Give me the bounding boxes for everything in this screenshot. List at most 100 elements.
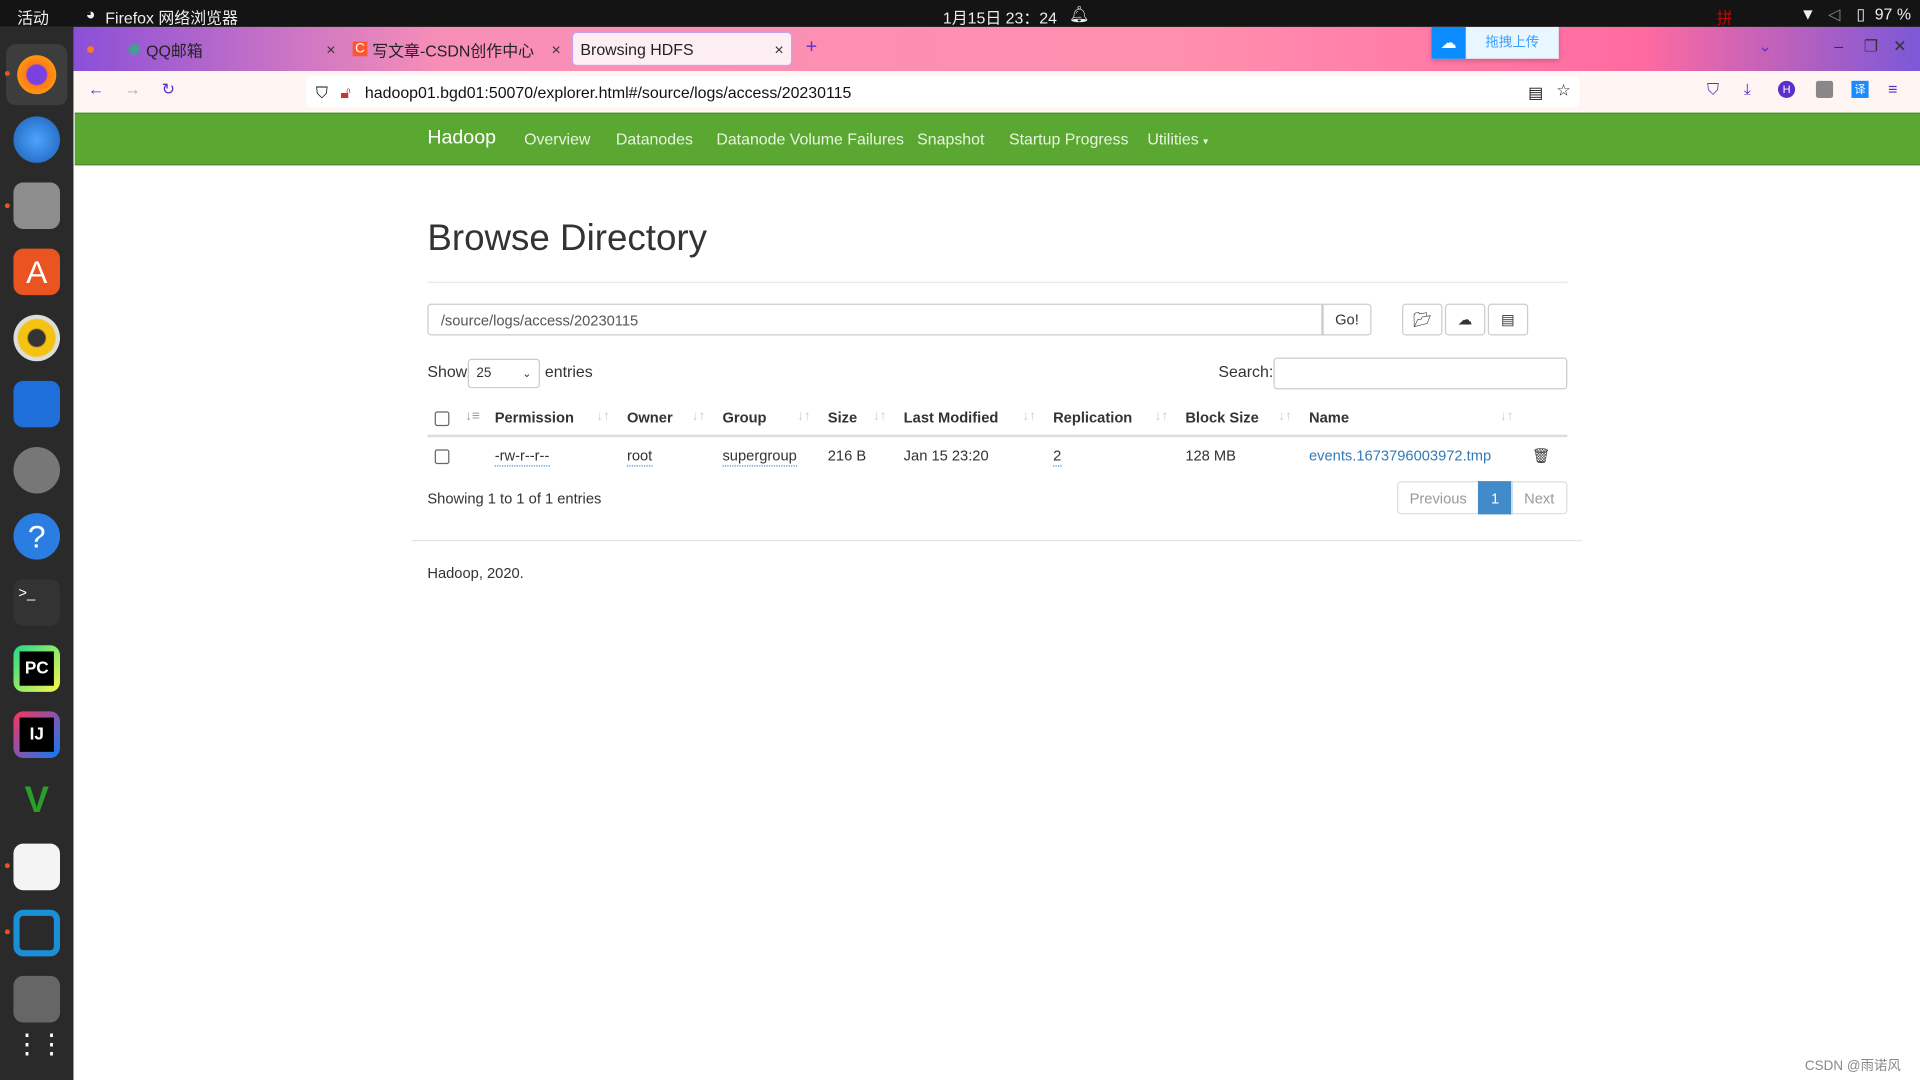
tab-browsing-hdfs[interactable]: Browsing HDFS × xyxy=(571,31,793,67)
cell-group[interactable]: supergroup xyxy=(722,447,797,467)
row-checkbox[interactable] xyxy=(434,449,450,465)
close-tab-icon[interactable]: × xyxy=(326,40,335,58)
column-group[interactable]: Group xyxy=(722,409,766,426)
nav-datanodes[interactable]: Datanodes xyxy=(616,130,693,148)
text-editor-dock-icon[interactable] xyxy=(13,843,61,891)
nav-overview[interactable]: Overview xyxy=(524,130,590,148)
nav-snapshot[interactable]: Snapshot xyxy=(917,130,984,148)
cell-block-size: 128 MB xyxy=(1185,446,1236,465)
screen: 活动 ◕ Firefox 网络浏览器 1月15日 23：24 🔔︎ 拼 ▼ ◁ … xyxy=(0,0,1920,1080)
writer-dock-icon[interactable] xyxy=(13,380,61,428)
firefox-dock-icon[interactable] xyxy=(6,44,68,106)
ime-indicator[interactable]: 拼 xyxy=(1717,5,1733,28)
pocket-icon[interactable]: ⛉ xyxy=(1707,80,1719,100)
cell-replication[interactable]: 2 xyxy=(1053,447,1062,467)
intellij-dock-icon[interactable]: IJ xyxy=(13,711,61,758)
trash-icon[interactable]: 🗑︎ xyxy=(1532,447,1551,464)
baidu-upload-widget[interactable]: ☁ 拖拽上传 xyxy=(1431,26,1559,59)
create-directory-button[interactable]: 📂︎ xyxy=(1402,303,1443,336)
sort-icon[interactable]: ↓↑ xyxy=(1278,409,1291,424)
settings-dock-icon[interactable] xyxy=(13,446,61,494)
shield-icon[interactable]: ⛉ xyxy=(316,83,328,103)
bell-icon: 🔔︎ xyxy=(1068,4,1090,24)
column-size[interactable]: Size xyxy=(828,409,857,426)
column-replication[interactable]: Replication xyxy=(1053,409,1132,426)
cloud-upload-icon: ☁ xyxy=(1457,311,1473,329)
go-button[interactable]: Go! xyxy=(1322,303,1372,336)
next-button[interactable]: Next xyxy=(1511,481,1568,515)
rhythmbox-dock-icon[interactable] xyxy=(13,314,61,362)
column-name[interactable]: Name xyxy=(1309,409,1349,426)
cell-permission[interactable]: -rw-r--r-- xyxy=(494,447,550,467)
cell-owner[interactable]: root xyxy=(626,447,653,467)
sort-icon[interactable]: ↓≡ xyxy=(465,409,480,424)
directory-path-input[interactable]: /source/logs/access/20230115 xyxy=(427,303,1323,336)
bookmark-star-icon[interactable]: ☆ xyxy=(1556,81,1570,101)
sort-icon[interactable]: ↓↑ xyxy=(596,409,609,424)
file-name-link[interactable]: events.1673796003972.tmp xyxy=(1309,447,1491,464)
baidu-cloud-icon: ☁ xyxy=(1431,26,1466,59)
restore-button[interactable]: ❐ xyxy=(1864,37,1878,57)
divider xyxy=(427,281,1568,283)
translate-icon[interactable]: 译 xyxy=(1851,80,1869,98)
reload-button[interactable]: ↻ xyxy=(162,80,175,100)
activities-button[interactable]: 活动 xyxy=(17,5,49,28)
terminal-dock-icon[interactable]: >_ xyxy=(13,579,61,626)
vim-dock-icon[interactable]: V xyxy=(13,778,60,825)
software-dock-icon[interactable]: A xyxy=(13,248,61,296)
menu-icon[interactable]: ≡ xyxy=(1888,80,1897,98)
sort-icon[interactable]: ↓↑ xyxy=(1500,409,1513,424)
new-tab-button[interactable]: + xyxy=(806,37,817,59)
show-apps-icon[interactable]: ⋮⋮⋮ xyxy=(13,1021,89,1068)
nav-utilities[interactable]: Utilities ▾ xyxy=(1147,130,1208,148)
volume-muted-icon[interactable]: ◁ xyxy=(1828,5,1840,25)
virtualbox-dock-icon[interactable] xyxy=(13,909,61,957)
nav-startup-progress[interactable]: Startup Progress xyxy=(1009,130,1128,148)
column-last-modified[interactable]: Last Modified xyxy=(904,409,999,426)
minimize-button[interactable]: – xyxy=(1834,37,1843,55)
pycharm-dock-icon[interactable]: PC xyxy=(13,645,61,692)
column-owner[interactable]: Owner xyxy=(627,409,673,426)
previous-button[interactable]: Previous xyxy=(1397,481,1480,515)
url-bar[interactable]: ⛉ 🔓︎ hadoop01.bgd01:50070/explorer.html#… xyxy=(306,75,1580,108)
reader-view-icon[interactable]: ▤ xyxy=(1528,83,1543,103)
downloads-icon[interactable]: ⤓ xyxy=(1744,80,1751,100)
sort-icon[interactable]: ↓↑ xyxy=(1022,409,1035,424)
list-tabs-icon[interactable]: ⌄ xyxy=(1758,37,1771,57)
select-all-checkbox[interactable] xyxy=(434,411,450,427)
upload-button[interactable]: ☁ xyxy=(1444,303,1486,336)
battery-level: 97 % xyxy=(1874,4,1912,24)
battery-icon[interactable]: ▯ xyxy=(1856,5,1865,25)
sort-icon[interactable]: ↓↑ xyxy=(797,409,810,424)
files-dock-icon[interactable] xyxy=(13,182,61,229)
sort-icon[interactable]: ↓↑ xyxy=(1155,409,1168,424)
help-dock-icon[interactable]: ? xyxy=(13,513,61,560)
close-window-button[interactable]: ✕ xyxy=(1893,37,1906,57)
close-tab-icon[interactable]: × xyxy=(774,40,783,58)
cut-paste-button[interactable]: ▤ xyxy=(1487,303,1529,336)
hadoop-brand[interactable]: Hadoop xyxy=(427,127,496,149)
column-permission[interactable]: Permission xyxy=(495,409,574,426)
firefox-view-icon[interactable]: ● xyxy=(86,39,96,57)
tab-qqmail[interactable]: ◉ QQ邮箱 × xyxy=(122,32,342,66)
clock[interactable]: 1月15日 23：24 xyxy=(943,5,1057,28)
forward-button[interactable]: → xyxy=(125,80,141,98)
nav-volume-failures[interactable]: Datanode Volume Failures xyxy=(716,130,904,148)
entries-select[interactable]: 25 ⌄ xyxy=(467,358,541,389)
wifi-icon[interactable]: ▼ xyxy=(1800,5,1816,23)
nav-toolbar: ← → ↻ ⛉ 🔓︎ hadoop01.bgd01:50070/explorer… xyxy=(73,71,1920,112)
extension-h-icon[interactable]: H xyxy=(1777,80,1796,98)
back-button[interactable]: ← xyxy=(88,80,104,98)
insecure-lock-icon[interactable]: 🔓︎ xyxy=(340,83,350,103)
sort-icon[interactable]: ↓↑ xyxy=(873,409,886,424)
close-tab-icon[interactable]: × xyxy=(552,40,561,58)
thunderbird-dock-icon[interactable] xyxy=(13,116,61,163)
list-icon: ▤ xyxy=(1501,311,1515,329)
tab-csdn[interactable]: C 写文章-CSDN创作中心 × xyxy=(348,32,568,66)
search-input[interactable] xyxy=(1273,357,1568,390)
extension-icon[interactable] xyxy=(1815,80,1834,98)
image-viewer-dock-icon[interactable] xyxy=(13,975,61,1023)
page-1-button[interactable]: 1 xyxy=(1477,481,1513,515)
column-block-size[interactable]: Block Size xyxy=(1185,409,1259,426)
sort-icon[interactable]: ↓↑ xyxy=(692,409,705,424)
